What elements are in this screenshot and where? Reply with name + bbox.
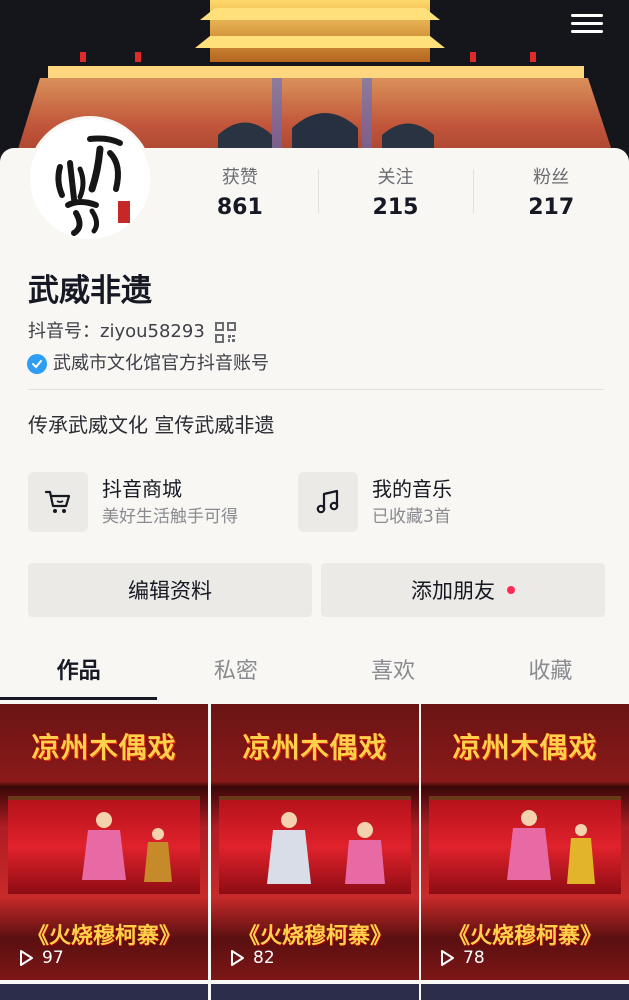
stat-label: 获赞 bbox=[221, 167, 258, 188]
feature-subtitle: 已收藏3首 bbox=[372, 507, 451, 527]
tab-likes[interactable]: 喜欢 bbox=[315, 650, 472, 702]
stat-value: 217 bbox=[528, 195, 575, 220]
video-grid: 凉州木偶戏 《火烧穆柯寨》 97 凉州木偶戏 《火烧穆柯寨》 82 凉州木偶戏 bbox=[0, 704, 629, 1000]
video-title: 凉州木偶戏 bbox=[31, 731, 177, 764]
play-count: 82 bbox=[227, 948, 275, 968]
music-note-icon bbox=[298, 472, 358, 532]
puppet-stage-image bbox=[219, 796, 411, 894]
video-thumbnail-next[interactable] bbox=[0, 984, 208, 1000]
play-icon bbox=[441, 950, 454, 966]
feature-my-music[interactable]: 我的音乐 已收藏3首 bbox=[298, 472, 452, 532]
video-subtitle: 《火烧穆柯寨》 bbox=[237, 924, 392, 949]
verified-check-icon bbox=[27, 354, 47, 374]
cart-icon bbox=[28, 472, 88, 532]
douyin-id-label: 抖音号： bbox=[28, 321, 100, 342]
menu-line bbox=[571, 13, 603, 17]
edit-profile-label: 编辑资料 bbox=[128, 579, 212, 603]
verification-row: 武威市文化馆官方抖音账号 bbox=[27, 351, 269, 377]
video-title: 凉州木偶戏 bbox=[452, 731, 598, 764]
divider bbox=[28, 389, 604, 390]
feature-title: 我的音乐 bbox=[372, 477, 452, 501]
tab-private[interactable]: 私密 bbox=[157, 650, 314, 702]
stat-followers[interactable]: 粉丝 217 bbox=[473, 165, 629, 225]
profile-tabs: 作品 私密 喜欢 收藏 bbox=[0, 650, 629, 702]
video-thumbnail[interactable]: 凉州木偶戏 《火烧穆柯寨》 82 bbox=[211, 704, 419, 980]
play-count-value: 78 bbox=[463, 948, 485, 968]
stat-label: 关注 bbox=[377, 167, 414, 188]
feature-douyin-mall[interactable]: 抖音商城 美好生活触手可得 bbox=[28, 472, 238, 532]
stat-value: 861 bbox=[216, 195, 263, 220]
stat-value: 215 bbox=[372, 195, 419, 220]
play-icon bbox=[20, 950, 33, 966]
play-count: 78 bbox=[437, 948, 485, 968]
notification-dot bbox=[507, 586, 515, 594]
puppet-stage-image bbox=[8, 796, 200, 894]
profile-name: 武威非遗 bbox=[28, 273, 152, 309]
douyin-id-text: 抖音号：ziyou58293 bbox=[28, 319, 205, 345]
profile-bio: 传承武威文化 宣传武威非遗 bbox=[28, 413, 275, 437]
play-count: 97 bbox=[16, 948, 64, 968]
video-subtitle: 《火烧穆柯寨》 bbox=[447, 924, 602, 949]
tab-favorites[interactable]: 收藏 bbox=[472, 650, 629, 702]
menu-icon[interactable] bbox=[571, 8, 603, 38]
stat-following[interactable]: 关注 215 bbox=[317, 165, 474, 225]
avatar[interactable] bbox=[27, 116, 153, 242]
video-title: 凉州木偶戏 bbox=[242, 731, 388, 764]
add-friend-label: 添加朋友 bbox=[411, 579, 495, 603]
play-count-value: 97 bbox=[42, 948, 64, 968]
menu-line bbox=[571, 29, 603, 33]
play-icon bbox=[231, 950, 244, 966]
edit-profile-button[interactable]: 编辑资料 bbox=[28, 563, 312, 617]
stat-likes[interactable]: 获赞 861 bbox=[162, 165, 318, 225]
video-thumbnail-next[interactable] bbox=[421, 984, 629, 1000]
add-friend-button[interactable]: 添加朋友 bbox=[321, 563, 605, 617]
menu-line bbox=[571, 21, 603, 25]
avatar-logo bbox=[30, 119, 150, 239]
verified-text: 武威市文化馆官方抖音账号 bbox=[53, 353, 269, 374]
qr-code-icon[interactable] bbox=[214, 321, 236, 343]
profile-stats: 获赞 861 关注 215 粉丝 217 bbox=[162, 165, 629, 225]
video-thumbnail[interactable]: 凉州木偶戏 《火烧穆柯寨》 97 bbox=[0, 704, 208, 980]
video-thumbnail[interactable]: 凉州木偶戏 《火烧穆柯寨》 78 bbox=[421, 704, 629, 980]
feature-subtitle: 美好生活触手可得 bbox=[102, 507, 238, 527]
video-subtitle: 《火烧穆柯寨》 bbox=[26, 924, 181, 949]
stat-label: 粉丝 bbox=[533, 167, 570, 188]
douyin-id-row: 抖音号：ziyou58293 bbox=[28, 319, 236, 345]
douyin-id-value: ziyou58293 bbox=[100, 321, 205, 342]
play-count-value: 82 bbox=[253, 948, 275, 968]
feature-title: 抖音商城 bbox=[102, 477, 182, 501]
video-thumbnail-next[interactable] bbox=[211, 984, 419, 1000]
tab-works[interactable]: 作品 bbox=[0, 650, 158, 702]
puppet-stage-image bbox=[429, 796, 621, 894]
